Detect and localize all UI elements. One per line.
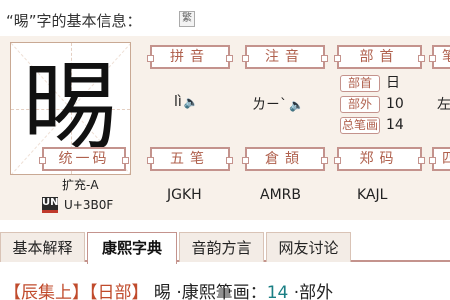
buwai-tag: 部外 [340, 96, 380, 113]
traditional-toggle-icon[interactable]: 繁 [179, 11, 195, 27]
zhuyin-text: ㄌㄧˋ [252, 97, 287, 113]
next-label: 笔 [429, 45, 450, 69]
tongyima-label: 统一码 [39, 147, 129, 171]
unicode-info: 扩充-A UN U+3B0F [42, 176, 132, 213]
zhuyin-value: ㄌㄧˋ 🔈 [252, 94, 304, 114]
buwai-row: 部外 10 [340, 93, 404, 114]
wubi-label: 五笔 [147, 147, 233, 171]
bushou-label: 部首 [334, 45, 425, 69]
zongbihua-tag: 总笔画 [340, 117, 380, 134]
info-panel: 晹 拼音 注音 部首 笔 lì🔈 ㄌㄧˋ🔈 部首日 部外10 总笔画14 左 统… [0, 36, 450, 220]
ri-link[interactable]: 【日部】 [89, 283, 149, 300]
tab-yinyun[interactable]: 音韵方言 [179, 232, 264, 262]
zhengma-label: 郑码 [334, 147, 425, 171]
chen-link[interactable]: 【辰集上】 [4, 283, 89, 300]
unicode-logo-text: UN [42, 197, 59, 208]
unicode-extension: 扩充-A [62, 178, 99, 192]
info-title: “晹”字的基本信息： [6, 12, 142, 30]
kangxi-content: 【辰集上】【日部】 晹 ·康熙筆画：14 ·部外 [4, 278, 450, 300]
tab-kangxi[interactable]: 康熙字典 [87, 232, 177, 264]
bushou-tag: 部首 [340, 75, 380, 92]
bihua-label: ·康熙筆画： [176, 283, 267, 300]
unicode-code: U+3B0F [64, 198, 114, 212]
cangjie-value: AMRB [260, 187, 301, 203]
speaker-icon[interactable]: 🔈 [184, 95, 199, 109]
bushou-value: 日 [386, 75, 400, 91]
pinyin-text: lì [174, 94, 182, 110]
unicode-row: UN U+3B0F [42, 197, 132, 213]
bihua-value: 14 [266, 283, 289, 300]
zongbihua-value: 14 [386, 117, 404, 133]
wubi-value: JGKH [167, 187, 202, 203]
speaker-icon[interactable]: 🔈 [289, 98, 304, 112]
next-label-2: 四 [429, 147, 450, 171]
content-char: 晹 [153, 283, 171, 300]
bushou-row: 部首日 [340, 72, 404, 93]
tab-wangyou[interactable]: 网友讨论 [266, 232, 351, 262]
tab-bar: 基本解释 康熙字典 音韵方言 网友讨论 [0, 232, 450, 264]
bushou-details: 部首日 部外 10 总笔画 14 [340, 72, 404, 135]
pinyin-label: 拼音 [147, 45, 233, 69]
zhuyin-label: 注音 [242, 45, 328, 69]
cangjie-label: 倉頡 [242, 147, 328, 171]
buwai-label: ·部外 [293, 283, 334, 300]
info-header: “晹”字的基本信息： 繁 [0, 0, 450, 36]
tab-jiben[interactable]: 基本解释 [0, 232, 85, 262]
zhengma-value: KAJL [357, 187, 388, 203]
bishun-value: 左 [437, 97, 450, 113]
unicode-logo-icon: UN [42, 197, 59, 213]
buwai-value: 10 [386, 96, 404, 112]
zongbihua-row: 总笔画 14 [340, 114, 404, 135]
pinyin-value: lì 🔈 [174, 94, 199, 110]
